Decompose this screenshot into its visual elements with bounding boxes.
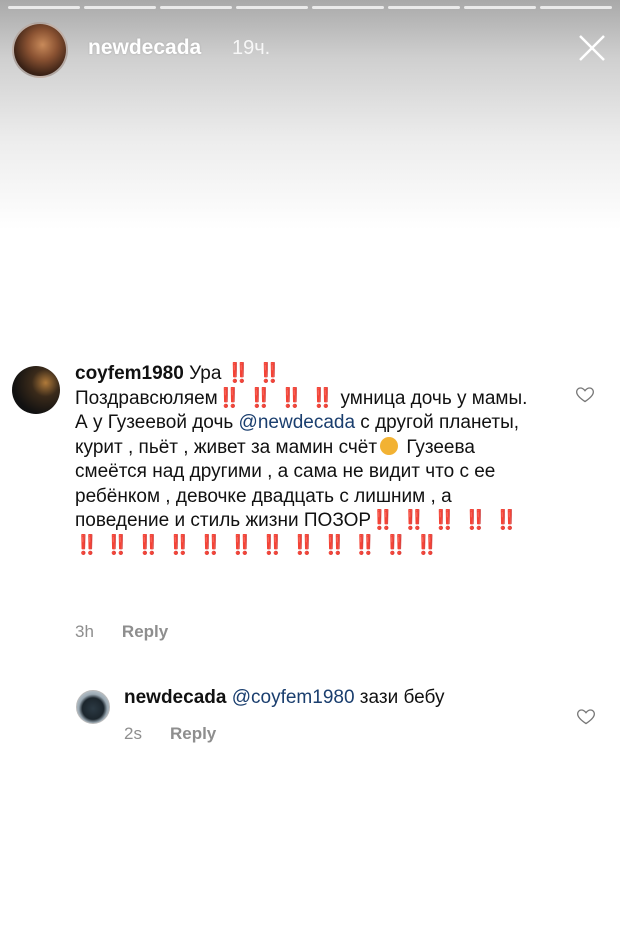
progress-segment (388, 6, 460, 9)
mention-link[interactable]: @newdecada (239, 412, 355, 433)
comment-text: coyfem1980 Ура ‼️ ‼️ Поздравсюляем‼️ ‼️ … (75, 362, 545, 558)
story-progress-bar (8, 6, 612, 9)
story-timestamp: 19ч. (232, 37, 271, 59)
comment-text: newdecada @coyfem1980 зази бебу (124, 686, 544, 711)
heart-icon[interactable] (575, 384, 595, 404)
reply-button[interactable]: Reply (170, 724, 216, 743)
progress-segment (464, 6, 536, 9)
progress-segment (236, 6, 308, 9)
double-exclamation-emoji: ‼️ ‼️ ‼️ ‼️ (217, 387, 336, 409)
comment-timestamp: 2s (124, 724, 142, 743)
comment-text-part: Поздравсюляем (75, 387, 218, 409)
progress-segment (160, 6, 232, 9)
avatar[interactable] (12, 366, 60, 414)
comment-username[interactable]: newdecada (124, 687, 226, 708)
progress-segment (540, 6, 612, 9)
avatar[interactable] (76, 690, 110, 724)
comment-meta: 2s Reply (124, 724, 216, 744)
story-username[interactable]: newdecada (88, 36, 201, 60)
mention-link[interactable]: @coyfem1980 (232, 687, 355, 708)
comment-timestamp: 3h (75, 622, 94, 641)
progress-segment (312, 6, 384, 9)
heart-icon[interactable] (576, 706, 596, 726)
reply-button[interactable]: Reply (122, 622, 168, 641)
progress-segment (84, 6, 156, 9)
story-header: newdecada 19ч. (12, 22, 610, 82)
double-exclamation-emoji: ‼️ ‼️ (226, 363, 283, 384)
comment-meta: 3h Reply (75, 622, 168, 642)
comment-text-part: Ура (183, 363, 222, 384)
close-icon[interactable] (574, 30, 610, 66)
progress-segment (8, 6, 80, 9)
comment-username[interactable]: coyfem1980 (75, 363, 184, 384)
story-avatar[interactable] (12, 22, 68, 78)
comment-text-part: зази бебу (354, 687, 445, 708)
woman-facepalm-emoji (380, 436, 399, 455)
